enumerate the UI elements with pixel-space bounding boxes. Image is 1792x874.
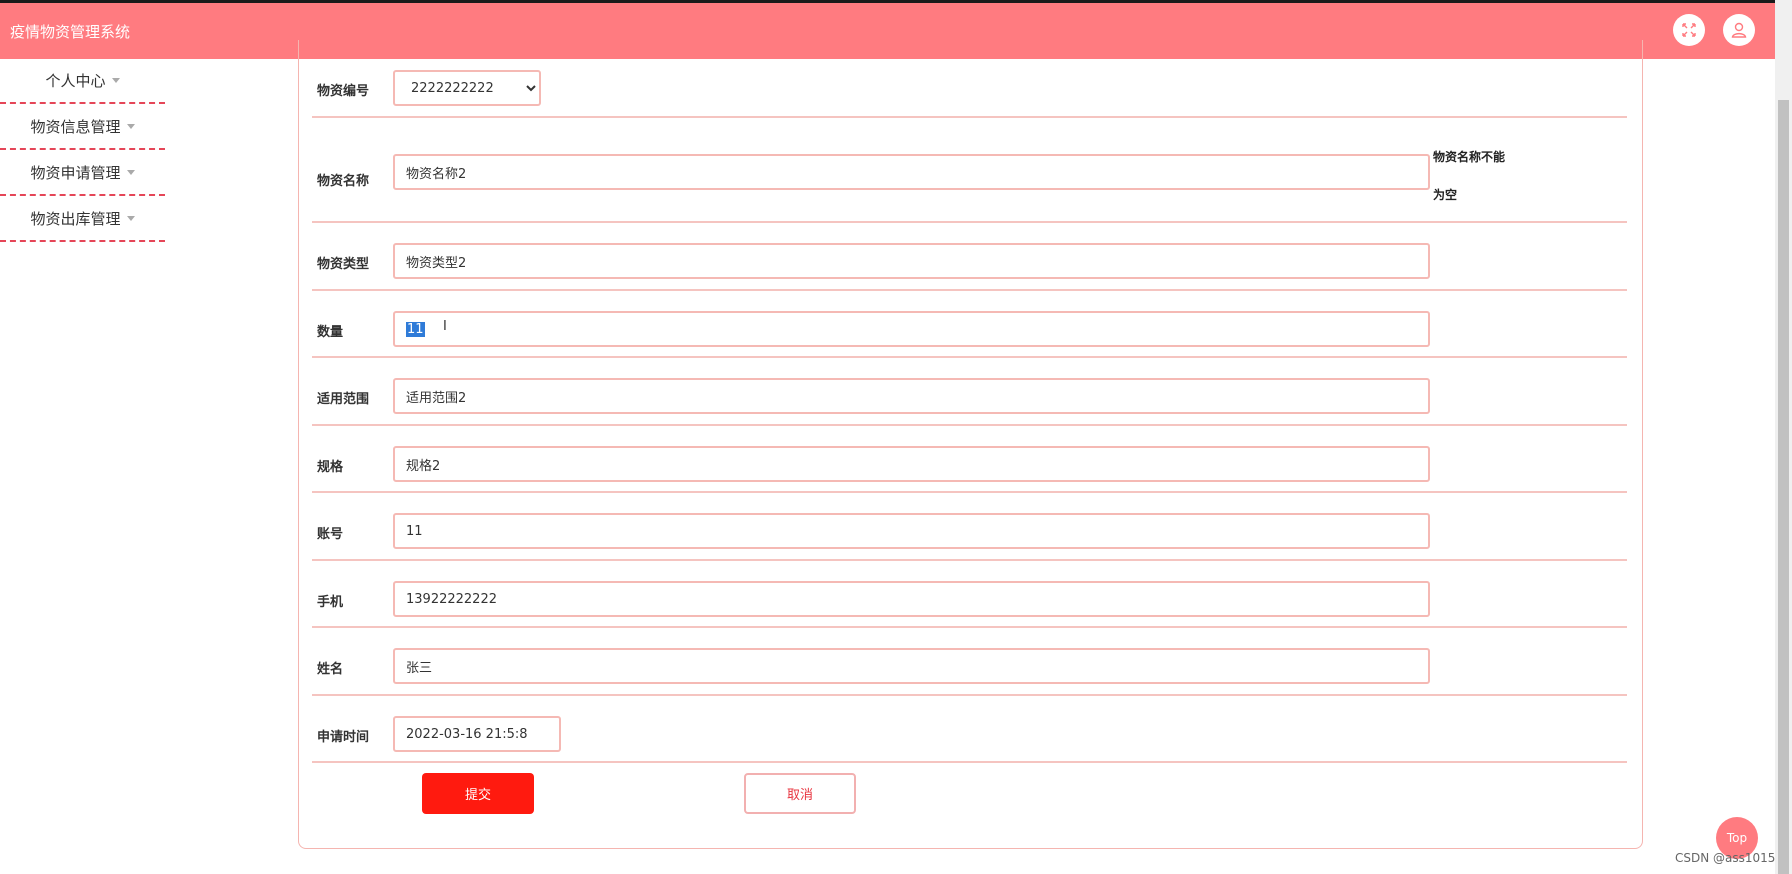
field-label: 物资类型 [317, 257, 370, 272]
sidebar-item-material-info[interactable]: 物资信息管理 [0, 104, 165, 150]
sidebar-item-label: 物资申请管理 [30, 163, 121, 182]
form-row-username: 姓名 张三 [312, 628, 1627, 696]
name-input-value: 物资名称2 [406, 166, 467, 182]
user-icon [1731, 22, 1747, 38]
quantity-input-value: 11 [406, 321, 425, 337]
field-label: 账号 [317, 527, 344, 542]
field-label: 物资编号 [317, 84, 370, 99]
field-label: 申请时间 [317, 730, 370, 745]
phone-input[interactable]: 13922222222 [393, 581, 1430, 617]
watermark-text: CSDN @ass1015 [1675, 851, 1776, 865]
field-label: 手机 [317, 595, 344, 610]
form-row-name: 物资名称 物资名称2 [312, 118, 1627, 223]
app-title: 疫情物资管理系统 [10, 23, 131, 41]
form-row-phone: 手机 13922222222 [312, 561, 1627, 628]
name-input[interactable]: 物资名称2 [393, 154, 1430, 190]
scope-input-value: 适用范围2 [406, 390, 467, 406]
form-row-account: 账号 11 [312, 493, 1627, 561]
sidebar-item-label: 物资出库管理 [30, 209, 121, 228]
cancel-button[interactable]: 取消 [744, 773, 856, 814]
form-row-code: 物资编号 2222222222 [312, 40, 1627, 118]
caret-down-icon [126, 215, 135, 221]
field-label: 规格 [317, 460, 344, 475]
sidebar-item-label: 物资信息管理 [30, 117, 121, 136]
sidebar-item-label: 个人中心 [45, 72, 106, 90]
account-input[interactable]: 11 [393, 513, 1430, 549]
apply-time-input-value: 2022-03-16 21:5:8 [406, 726, 528, 742]
spec-input[interactable]: 规格2 [393, 446, 1430, 482]
sidebar-item-material-outbound[interactable]: 物资出库管理 [0, 196, 165, 242]
account-input-value: 11 [406, 523, 423, 539]
fullscreen-button[interactable] [1673, 14, 1705, 46]
scope-input[interactable]: 适用范围2 [393, 378, 1430, 414]
code-select[interactable]: 2222222222 [393, 70, 541, 106]
type-input-value: 物资类型2 [406, 255, 467, 271]
name-error-message: 物资名称不能为空 [1433, 150, 1506, 202]
expand-icon [1682, 23, 1696, 37]
form-row-scope: 适用范围 适用范围2 [312, 358, 1627, 426]
quantity-input[interactable]: 11 [393, 311, 1430, 347]
phone-input-value: 13922222222 [406, 591, 497, 607]
page-scrollbar[interactable] [1775, 0, 1792, 874]
username-input[interactable]: 张三 [393, 648, 1430, 684]
form-row-apply-time: 申请时间 2022-03-16 21:5:8 [312, 696, 1627, 763]
apply-time-input[interactable]: 2022-03-16 21:5:8 [393, 716, 561, 752]
field-label: 数量 [317, 325, 344, 340]
sidebar: 个人中心 物资信息管理 物资申请管理 物资出库管理 [0, 59, 165, 242]
type-input[interactable]: 物资类型2 [393, 243, 1430, 279]
sidebar-item-material-apply[interactable]: 物资申请管理 [0, 150, 165, 196]
scrollbar-thumb[interactable] [1778, 100, 1789, 874]
form-row-spec: 规格 规格2 [312, 426, 1627, 493]
field-label: 姓名 [317, 662, 344, 677]
sidebar-item-personal-center[interactable]: 个人中心 [0, 59, 165, 104]
field-label: 物资名称 [317, 174, 370, 189]
caret-down-icon [126, 169, 135, 175]
submit-button[interactable]: 提交 [422, 773, 534, 814]
text-cursor-icon: Ⅰ [443, 319, 447, 334]
form-row-type: 物资类型 物资类型2 [312, 223, 1627, 291]
caret-down-icon [126, 123, 135, 129]
caret-down-icon [111, 78, 120, 83]
spec-input-value: 规格2 [406, 458, 441, 474]
field-label: 适用范围 [317, 392, 370, 407]
form-row-quantity: 数量 11 Ⅰ [312, 291, 1627, 358]
user-menu-button[interactable] [1723, 14, 1755, 46]
username-input-value: 张三 [406, 660, 433, 676]
